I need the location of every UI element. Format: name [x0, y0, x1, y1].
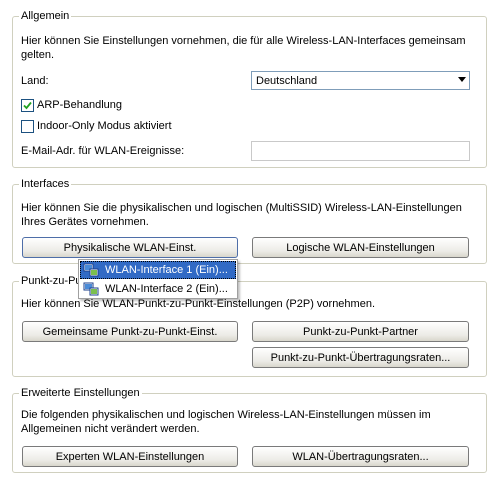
advanced-legend: Erweiterte Einstellungen	[19, 386, 142, 400]
arp-label[interactable]: ARP-Behandlung	[37, 98, 122, 112]
interface-popup-menu: WLAN-Interface 1 (Ein)... WLAN-Interface…	[78, 259, 238, 299]
menu-item-label: WLAN-Interface 2 (Ein)...	[105, 283, 228, 295]
physical-wlan-button[interactable]: Physikalische WLAN-Einst.	[22, 237, 238, 258]
email-input[interactable]	[251, 141, 470, 161]
general-legend: Allgemein	[19, 9, 72, 23]
logical-wlan-button[interactable]: Logische WLAN-Einstellungen	[252, 237, 469, 258]
general-description: Hier können Sie Einstellungen vornehmen,…	[21, 35, 466, 61]
expert-wlan-button[interactable]: Experten WLAN-Einstellungen	[22, 446, 238, 467]
advanced-description: Die folgenden physikalischen und logisch…	[21, 409, 431, 435]
arp-checkbox[interactable]	[21, 99, 34, 112]
chevron-down-icon	[458, 77, 466, 82]
menu-item-wlan-interface-2[interactable]: WLAN-Interface 2 (Ein)...	[80, 280, 236, 298]
country-select-value: Deutschland	[256, 74, 318, 87]
p2p-description: Hier können Sie WLAN-Punkt-zu-Punkt-Eins…	[21, 298, 375, 310]
network-interface-icon	[83, 263, 99, 277]
p2p-legend: Punkt-zu-Pu	[19, 274, 84, 288]
interfaces-description: Hier können Sie die physikalischen und l…	[21, 202, 462, 228]
interfaces-legend: Interfaces	[19, 177, 72, 191]
common-p2p-button[interactable]: Gemeinsame Punkt-zu-Punkt-Einst.	[22, 321, 238, 342]
country-select[interactable]: Deutschland	[251, 71, 470, 90]
wlan-rates-button[interactable]: WLAN-Übertragungsraten...	[252, 446, 469, 467]
checkmark-icon	[23, 101, 32, 110]
network-interface-icon	[83, 282, 99, 296]
p2p-rates-button[interactable]: Punkt-zu-Punkt-Übertragungsraten...	[252, 347, 469, 368]
indoor-only-label[interactable]: Indoor-Only Modus aktiviert	[37, 119, 172, 133]
indoor-only-checkbox[interactable]	[21, 120, 34, 133]
p2p-partner-button[interactable]: Punkt-zu-Punkt-Partner	[252, 321, 469, 342]
menu-item-wlan-interface-1[interactable]: WLAN-Interface 1 (Ein)...	[80, 261, 236, 279]
country-label: Land:	[21, 75, 49, 87]
menu-item-label: WLAN-Interface 1 (Ein)...	[105, 264, 228, 276]
email-label: E-Mail-Adr. für WLAN-Ereignisse:	[21, 145, 185, 157]
